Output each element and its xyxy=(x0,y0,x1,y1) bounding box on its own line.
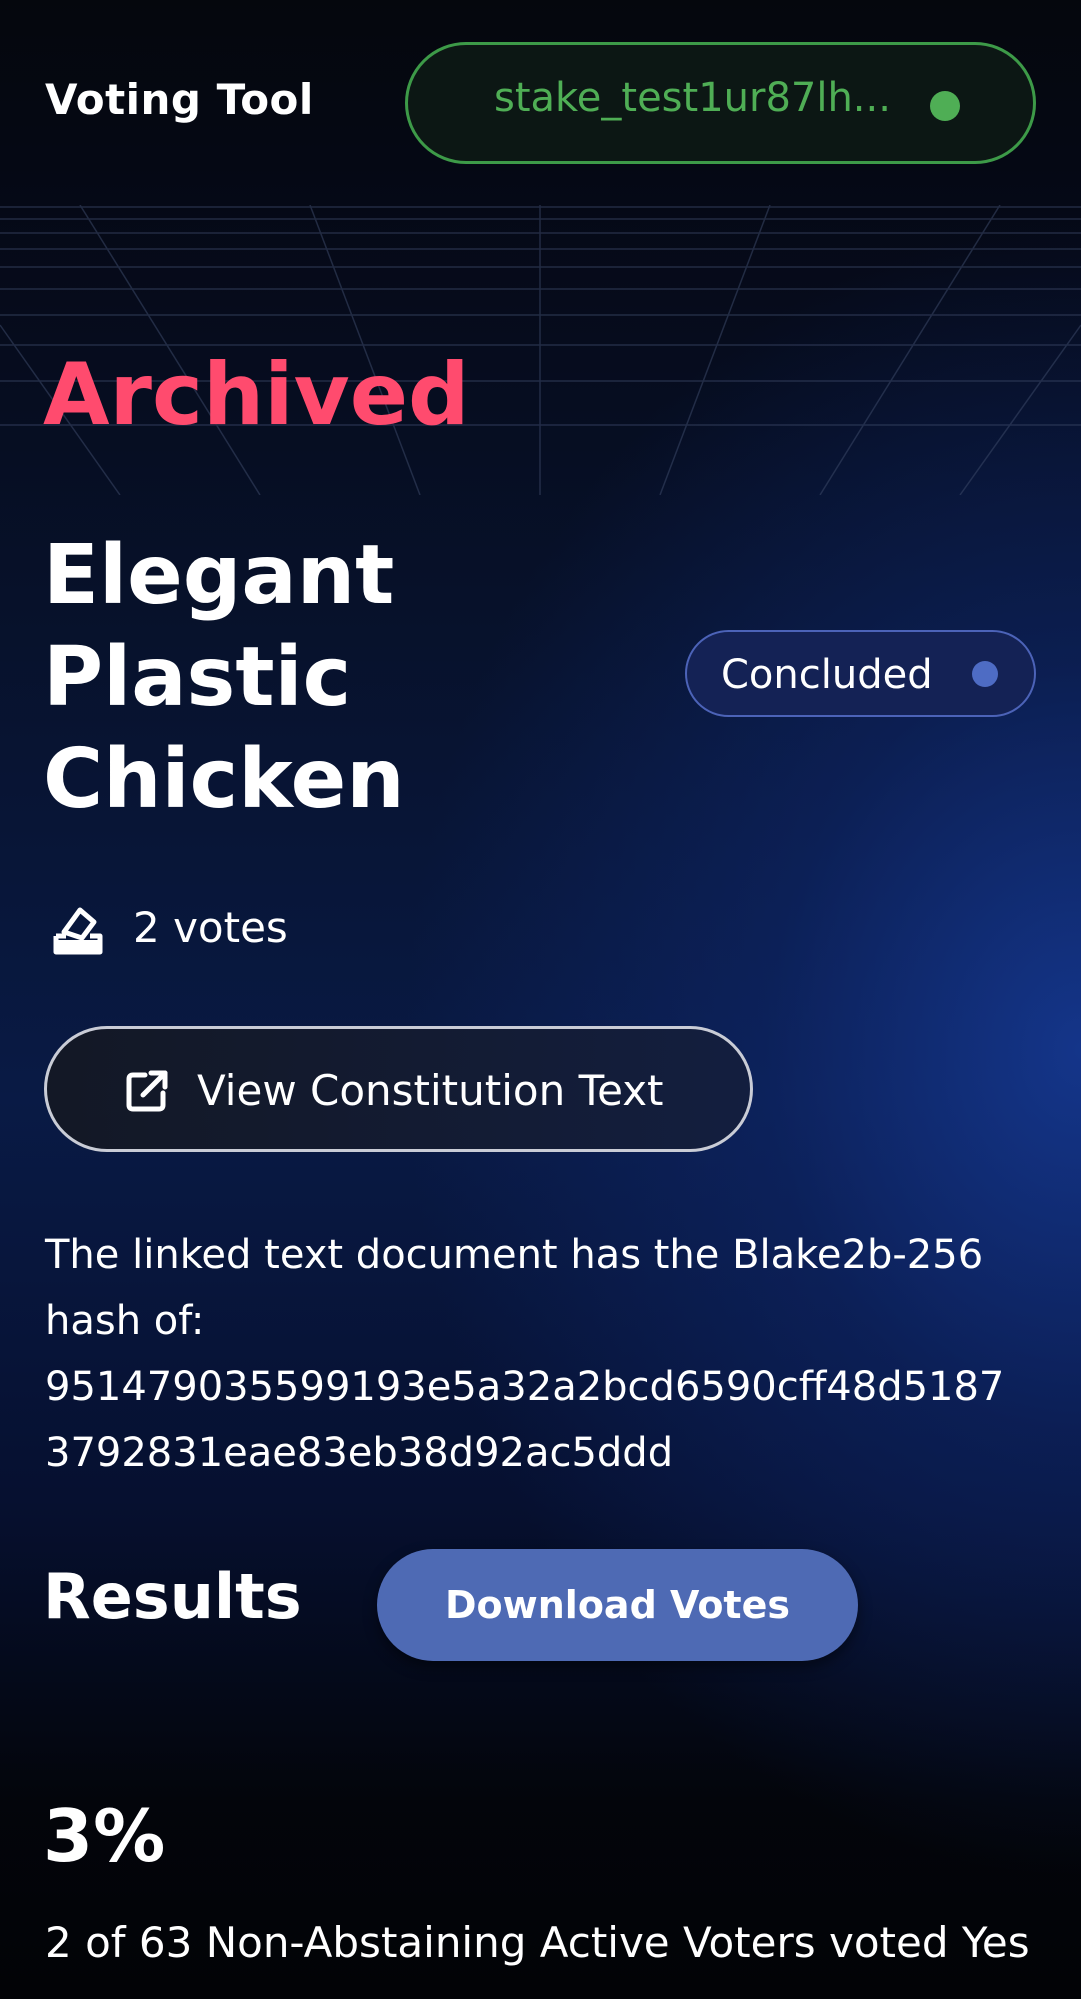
app-title: Voting Tool xyxy=(45,75,314,124)
yes-percentage: 3% xyxy=(43,1794,166,1878)
wallet-address: stake_test1ur87lh... xyxy=(494,75,891,121)
archived-heading: Archived xyxy=(43,345,470,445)
proposal-title-line: Elegant xyxy=(43,528,395,623)
proposal-title: Elegant Plastic Chicken xyxy=(43,525,563,831)
proposal-title-line: Chicken xyxy=(43,732,405,827)
hash-intro-line: hash of: xyxy=(45,1298,205,1344)
document-hash-paragraph: The linked text document has the Blake2b… xyxy=(45,1222,1045,1486)
external-link-icon xyxy=(126,1070,168,1112)
view-constitution-button[interactable]: View Constitution Text xyxy=(44,1026,753,1152)
status-badge-dot xyxy=(972,661,998,687)
hash-value-line: 3792831eae83eb38d92ac5ddd xyxy=(45,1430,674,1476)
download-votes-button[interactable]: Download Votes xyxy=(377,1549,858,1661)
results-heading: Results xyxy=(43,1560,302,1633)
proposal-title-line: Plastic xyxy=(43,630,352,725)
status-badge: Concluded xyxy=(685,630,1036,717)
turnout-description: 2 of 63 Non-Abstaining Active Voters vot… xyxy=(45,1918,1030,1967)
votes-count-label: 2 votes xyxy=(133,903,288,952)
ballot-box-icon xyxy=(53,907,103,955)
wallet-connect-button[interactable]: stake_test1ur87lh... xyxy=(405,42,1036,164)
hash-intro-line: The linked text document has the Blake2b… xyxy=(45,1232,984,1278)
download-votes-label: Download Votes xyxy=(444,1583,790,1627)
view-constitution-label: View Constitution Text xyxy=(197,1066,664,1115)
connected-status-dot xyxy=(930,91,960,121)
status-badge-label: Concluded xyxy=(721,652,933,698)
page-background: Voting Tool stake_test1ur87lh... Archive… xyxy=(0,0,1081,1999)
hash-value-line: 951479035599193e5a32a2bcd6590cff48d5187 xyxy=(45,1364,1005,1410)
